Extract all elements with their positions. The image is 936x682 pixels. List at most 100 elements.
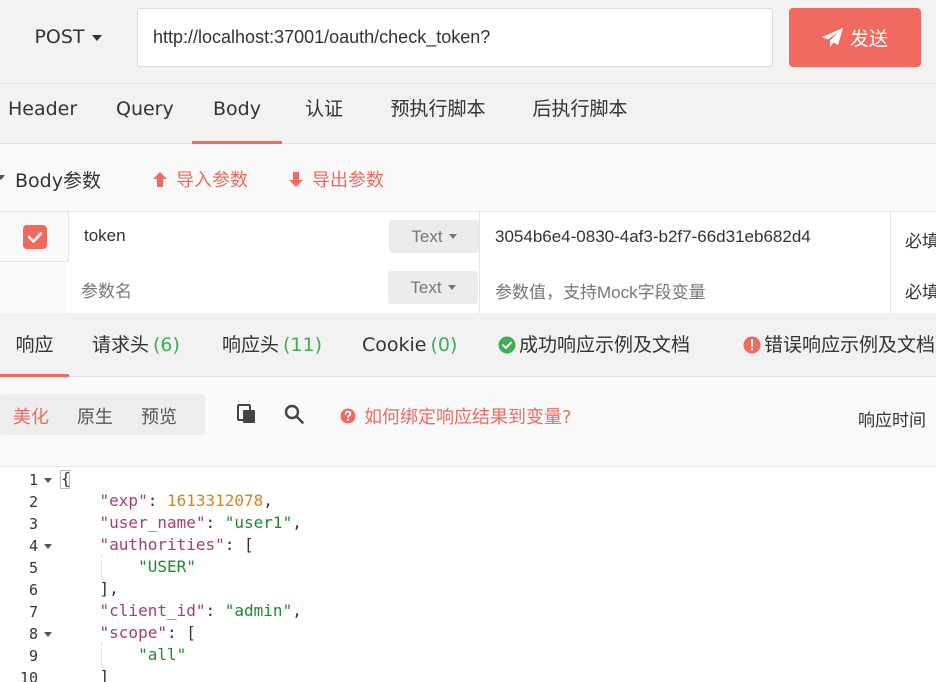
param-value: 3054b6e4-0830-4af3-b2f7-66d31eb682d4	[495, 227, 811, 246]
tab-response[interactable]: 响应	[0, 313, 69, 377]
arrow-up-icon	[153, 171, 167, 187]
code-token: "USER"	[138, 557, 196, 576]
param-value-placeholder: 参数值，支持Mock字段变量	[495, 283, 706, 302]
tab-query[interactable]: Query	[116, 84, 174, 144]
line-number: 1	[28, 471, 38, 489]
view-pretty-button[interactable]: 美化	[13, 403, 49, 429]
param-name-placeholder: 参数名	[81, 282, 132, 301]
alert-circle-icon	[743, 336, 761, 354]
code-token: :	[205, 513, 225, 532]
copy-icon[interactable]	[237, 404, 257, 424]
line-number: 4	[28, 537, 38, 555]
paper-plane-icon	[821, 27, 843, 47]
request-bar: POST 发送	[0, 0, 936, 84]
response-toolbar: 美化 原生 预览 如何绑定响应结果到变量? 响应时间	[0, 377, 936, 467]
bind-response-help-link[interactable]: 如何绑定响应结果到变量?	[340, 403, 572, 429]
code-token: : [	[224, 535, 254, 554]
param-check-cell	[0, 212, 69, 262]
send-button[interactable]: 发送	[789, 8, 921, 67]
tab-response-headers[interactable]: 响应头 (11)	[222, 313, 322, 377]
line-number: 10	[19, 669, 38, 682]
code-token: {	[61, 469, 71, 488]
code-line: "all"	[61, 645, 186, 664]
count-badge: (0)	[430, 334, 458, 356]
code-token: ,	[263, 491, 273, 510]
fold-toggle-icon[interactable]	[44, 632, 52, 637]
param-name: token	[84, 226, 126, 245]
code-token: "authorities"	[99, 535, 225, 554]
tab-auth[interactable]: 认证	[304, 84, 344, 144]
param-value-cell[interactable]: 参数值，支持Mock字段变量	[480, 263, 891, 313]
code-token: ],	[61, 579, 119, 598]
tab-body[interactable]: Body	[192, 84, 282, 144]
check-circle-icon	[498, 336, 516, 354]
code-line: "scope": [	[61, 623, 196, 642]
tab-success-examples[interactable]: 成功响应示例及文档	[498, 313, 690, 377]
tab-error-examples[interactable]: 错误响应示例及文档	[743, 313, 935, 377]
body-params-title: Body参数	[15, 170, 101, 192]
line-number: 9	[28, 647, 38, 665]
param-name-cell[interactable]: 参数名 Text	[66, 263, 480, 313]
code-token: "all"	[138, 645, 187, 664]
param-required-cell[interactable]: 必填	[891, 263, 936, 313]
chevron-down-icon	[448, 234, 457, 239]
search-icon[interactable]	[284, 404, 304, 424]
param-name-cell[interactable]: token Text	[69, 212, 480, 262]
url-input[interactable]	[137, 8, 773, 67]
code-token: ,	[292, 601, 302, 620]
tab-pre-script[interactable]: 预执行脚本	[388, 84, 488, 144]
collapse-caret-icon[interactable]	[0, 175, 5, 180]
request-tabs: Header Query Body 认证 预执行脚本 后执行脚本	[0, 84, 936, 144]
tab-header[interactable]: Header	[8, 84, 77, 144]
tab-request-headers[interactable]: 请求头 (6)	[92, 313, 180, 377]
line-number: 5	[28, 559, 38, 577]
code-token: ]	[61, 667, 110, 682]
code-line: ]	[61, 667, 110, 682]
code-token: :	[205, 601, 225, 620]
arrow-down-icon	[289, 171, 303, 187]
tab-post-script[interactable]: 后执行脚本	[530, 84, 630, 144]
line-number: 7	[28, 603, 38, 621]
code-token: :	[147, 491, 167, 510]
checkmark-icon	[27, 232, 43, 243]
code-token: "exp"	[99, 491, 148, 510]
method-label: POST	[34, 26, 85, 48]
chevron-down-icon	[91, 35, 102, 41]
response-body-editor[interactable]: 1 2 3 4 5 6 7 8 9 10 { "exp": 1613312078, "user_n…	[0, 467, 936, 682]
body-params-header: Body参数 导入参数 导出参数	[0, 144, 936, 212]
code-line: "user_name": "user1",	[61, 513, 302, 532]
count-badge: (11)	[283, 334, 323, 356]
view-raw-button[interactable]: 原生	[77, 403, 113, 429]
param-required-cell[interactable]: 必填	[891, 212, 936, 262]
param-type-select[interactable]: Text	[388, 271, 478, 304]
tab-cookie[interactable]: Cookie (0)	[362, 313, 457, 377]
line-number: 8	[28, 625, 38, 643]
send-label: 发送	[849, 28, 888, 50]
code-line: "exp": 1613312078,	[61, 491, 273, 510]
fold-toggle-icon[interactable]	[44, 544, 52, 549]
param-enabled-checkbox[interactable]	[23, 225, 47, 249]
param-check-cell	[0, 263, 69, 313]
param-value-cell[interactable]: 3054b6e4-0830-4af3-b2f7-66d31eb682d4	[480, 212, 891, 262]
view-mode-group: 美化 原生 预览	[0, 394, 205, 435]
response-time-label: 响应时间	[858, 411, 926, 431]
code-token: "admin"	[224, 601, 293, 620]
fold-toggle-icon[interactable]	[44, 478, 52, 483]
method-select[interactable]: POST	[0, 8, 136, 66]
param-row: token Text 3054b6e4-0830-4af3-b2f7-66d31…	[0, 212, 936, 262]
view-preview-button[interactable]: 预览	[141, 403, 177, 429]
export-params-button[interactable]: 导出参数	[288, 166, 384, 192]
count-badge: (6)	[153, 334, 180, 356]
import-params-button[interactable]: 导入参数	[152, 166, 248, 192]
line-number: 6	[28, 581, 38, 599]
param-type-select[interactable]: Text	[389, 220, 479, 253]
line-number: 2	[28, 493, 38, 511]
code-token: "user1"	[224, 513, 293, 532]
code-token: "client_id"	[99, 601, 206, 620]
